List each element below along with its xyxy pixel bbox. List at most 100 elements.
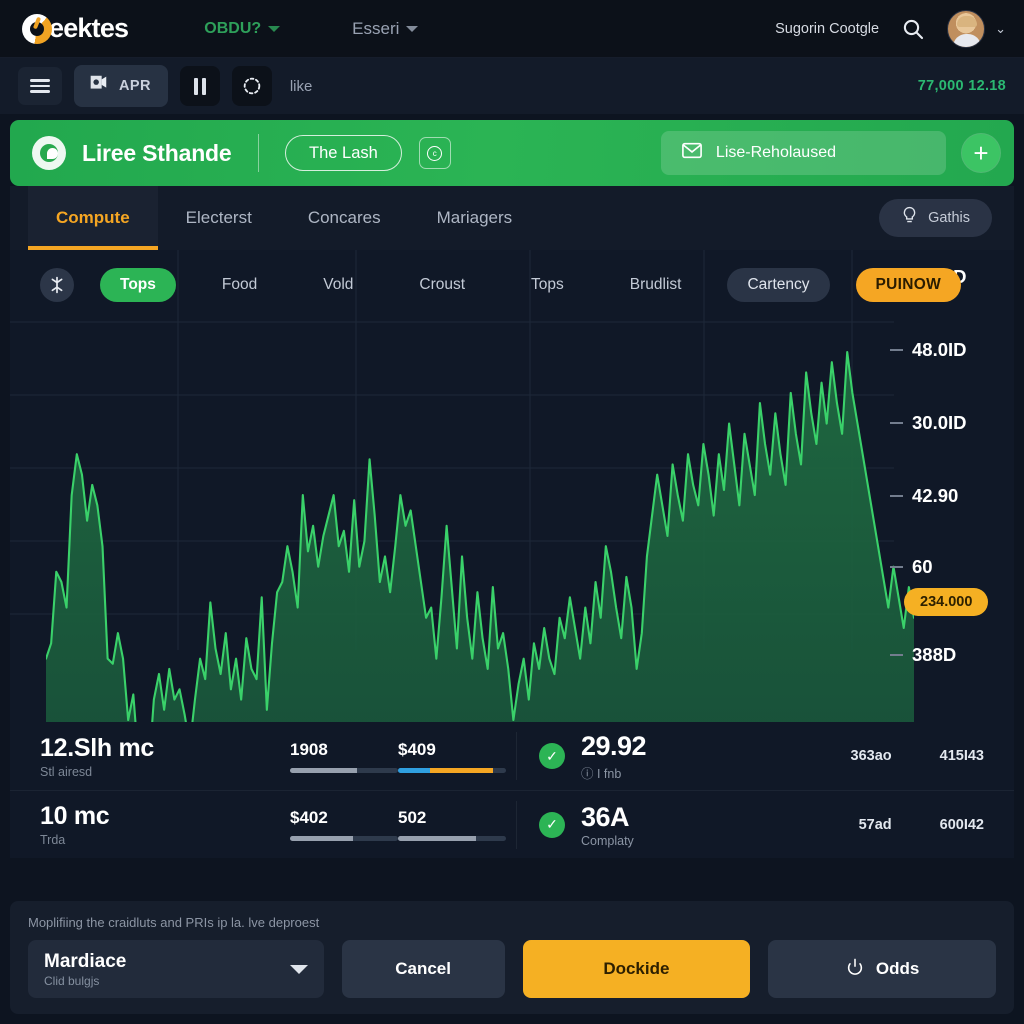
ticker-value: 77,000 12.18: [917, 78, 1006, 94]
video-flag-icon: [87, 73, 109, 100]
y-tick-label: 388D: [912, 644, 957, 665]
copyright-glyph: c: [427, 145, 443, 161]
row-divider: [516, 800, 517, 849]
dropdown-text: Mardiace Clid bulgjs: [44, 951, 126, 988]
table-row[interactable]: 12.Slh mc Stl airesd 1908 $409 ✓ 29.92 ⓘ…: [10, 722, 1014, 790]
tab-electerst[interactable]: Electerst: [158, 186, 280, 250]
brand-mark-icon: [22, 13, 52, 44]
y-tick-1: 48.0ID: [890, 339, 967, 361]
row-metric-value: $409: [398, 739, 436, 759]
nav-item-obdu[interactable]: OBDU?: [204, 19, 281, 38]
chip-puinow[interactable]: PUINOW: [855, 268, 962, 302]
bottom-hint-text: Moplifiing the craidluts and PRIs ip la.…: [28, 915, 320, 930]
chip-brudlist[interactable]: Brudlist: [610, 268, 702, 302]
row-big-subtitle: ⓘ I fnb: [581, 766, 622, 781]
banner-action-button[interactable]: Lise-Reholaused: [660, 131, 946, 175]
add-button[interactable]: +: [962, 134, 1000, 172]
chart-series-area: [46, 350, 914, 722]
check-circle-icon: ✓: [539, 811, 565, 838]
chip-croust[interactable]: Croust: [399, 268, 485, 302]
y-tick-dash: [890, 654, 903, 656]
chip-tops[interactable]: Tops: [511, 268, 584, 302]
row-big-subtitle: Complaty: [581, 833, 634, 848]
row-metric-bar: [290, 767, 398, 773]
bottom-button-row: Mardiace Clid bulgjs Cancel Dockide Odds: [28, 940, 996, 998]
chip-tops-active[interactable]: Tops: [100, 268, 176, 302]
row-metric-1: 502: [398, 808, 506, 841]
search-icon[interactable]: [901, 17, 925, 41]
row-metric-1: $409: [398, 740, 506, 773]
filter-chip-row: Tops Food Vold Croust Tops Brudlist Cart…: [10, 250, 1014, 302]
row-title: 12.Slh mc: [40, 733, 155, 762]
y-tick-2: 30.0ID: [890, 412, 967, 434]
row-tail: 363ao 415I43: [851, 748, 984, 764]
data-row-list: 12.Slh mc Stl airesd 1908 $409 ✓ 29.92 ⓘ…: [10, 722, 1014, 858]
nav-item-esseri[interactable]: Esseri: [352, 18, 419, 39]
envelope-icon: [681, 141, 703, 166]
y-tick-label: 42.90: [912, 485, 959, 506]
apr-button[interactable]: APR: [74, 65, 168, 107]
table-row[interactable]: 10 mc Trda $402 502 ✓ 36A Complaty 57ad …: [10, 790, 1014, 858]
row-tail-1: 600I42: [939, 816, 984, 833]
dockide-button[interactable]: Dockide: [522, 940, 751, 998]
refresh-dotted-icon[interactable]: [231, 66, 272, 106]
promo-banner: Liree Sthande The Lash c Lise-Reholaused…: [10, 120, 1014, 186]
nav-item-obdu-label: OBDU?: [204, 19, 262, 37]
avatar-chevron-down-icon[interactable]: ⌄: [995, 21, 1006, 37]
avatar[interactable]: [947, 9, 986, 48]
like-label[interactable]: like: [290, 78, 313, 95]
pause-icon[interactable]: [179, 66, 220, 106]
chevron-down-icon: [268, 25, 281, 32]
row-metric-bar: [290, 836, 398, 841]
row-tail-1: 415I43: [939, 748, 984, 764]
mardiace-dropdown[interactable]: Mardiace Clid bulgjs: [28, 940, 324, 998]
power-icon: [845, 957, 865, 982]
top-header: eektes OBDU? Esseri Sugorin Cootgle ⌄: [0, 0, 1024, 58]
row-metric-bar: [398, 767, 506, 773]
filter-node-icon[interactable]: [40, 268, 74, 302]
row-metric-bar: [398, 836, 506, 841]
dropdown-title: Mardiace: [44, 950, 127, 972]
odds-button[interactable]: Odds: [768, 940, 996, 998]
leaf-logo-icon: [32, 136, 66, 170]
row-title: 10 mc: [40, 802, 110, 830]
banner-pill-button[interactable]: The Lash: [285, 135, 402, 171]
gathis-label: Gathis: [928, 210, 970, 226]
chevron-down-icon: [289, 964, 308, 974]
y-tick-5: 388D: [890, 644, 956, 666]
tab-mariagers[interactable]: Mariagers: [409, 186, 541, 250]
row-metric-value: 502: [398, 808, 427, 827]
chip-cartency[interactable]: Cartency: [727, 268, 830, 302]
y-tick-dash: [890, 566, 903, 568]
cancel-button[interactable]: Cancel: [341, 940, 505, 998]
y-tick-dash: [890, 422, 903, 424]
row-big-value: 36A: [581, 801, 630, 832]
account-label: Sugorin Cootgle: [775, 20, 880, 37]
toolbar: APR like 77,000 12.18: [0, 58, 1024, 114]
row-secondary-cell: 29.92 ⓘ I fnb: [581, 731, 771, 782]
pause-glyph: [193, 77, 206, 95]
chevron-down-icon: [406, 25, 419, 32]
y-tick-dash: [890, 349, 903, 351]
chip-vold[interactable]: Vold: [303, 268, 373, 302]
brand-name: eektes: [49, 13, 129, 43]
chart-panel: Tops Food Vold Croust Tops Brudlist Cart…: [10, 250, 1014, 722]
gathis-button[interactable]: Gathis: [879, 199, 992, 237]
row-tail-0: 57ad: [858, 816, 892, 833]
row-metric-value: $402: [290, 808, 328, 827]
chip-food[interactable]: Food: [202, 268, 277, 302]
tab-compute[interactable]: Compute: [28, 186, 158, 250]
brand-logo[interactable]: eektes: [22, 13, 129, 44]
odds-label: Odds: [875, 959, 920, 978]
app-root: eektes OBDU? Esseri Sugorin Cootgle ⌄ AP…: [0, 0, 1024, 1024]
copyright-icon[interactable]: c: [418, 137, 451, 169]
lightbulb-icon: [901, 206, 918, 230]
row-primary-cell: 12.Slh mc Stl airesd: [40, 734, 290, 779]
hamburger-menu-icon[interactable]: [18, 67, 62, 105]
bottom-action-bar: Moplifiing the craidluts and PRIs ip la.…: [10, 901, 1014, 1014]
row-secondary-cell: 36A Complaty: [581, 802, 771, 848]
tab-concares[interactable]: Concares: [280, 186, 409, 250]
row-metric-0: $402: [290, 808, 398, 841]
row-metric-0: 1908: [290, 740, 398, 773]
nav-item-esseri-label: Esseri: [352, 18, 400, 38]
